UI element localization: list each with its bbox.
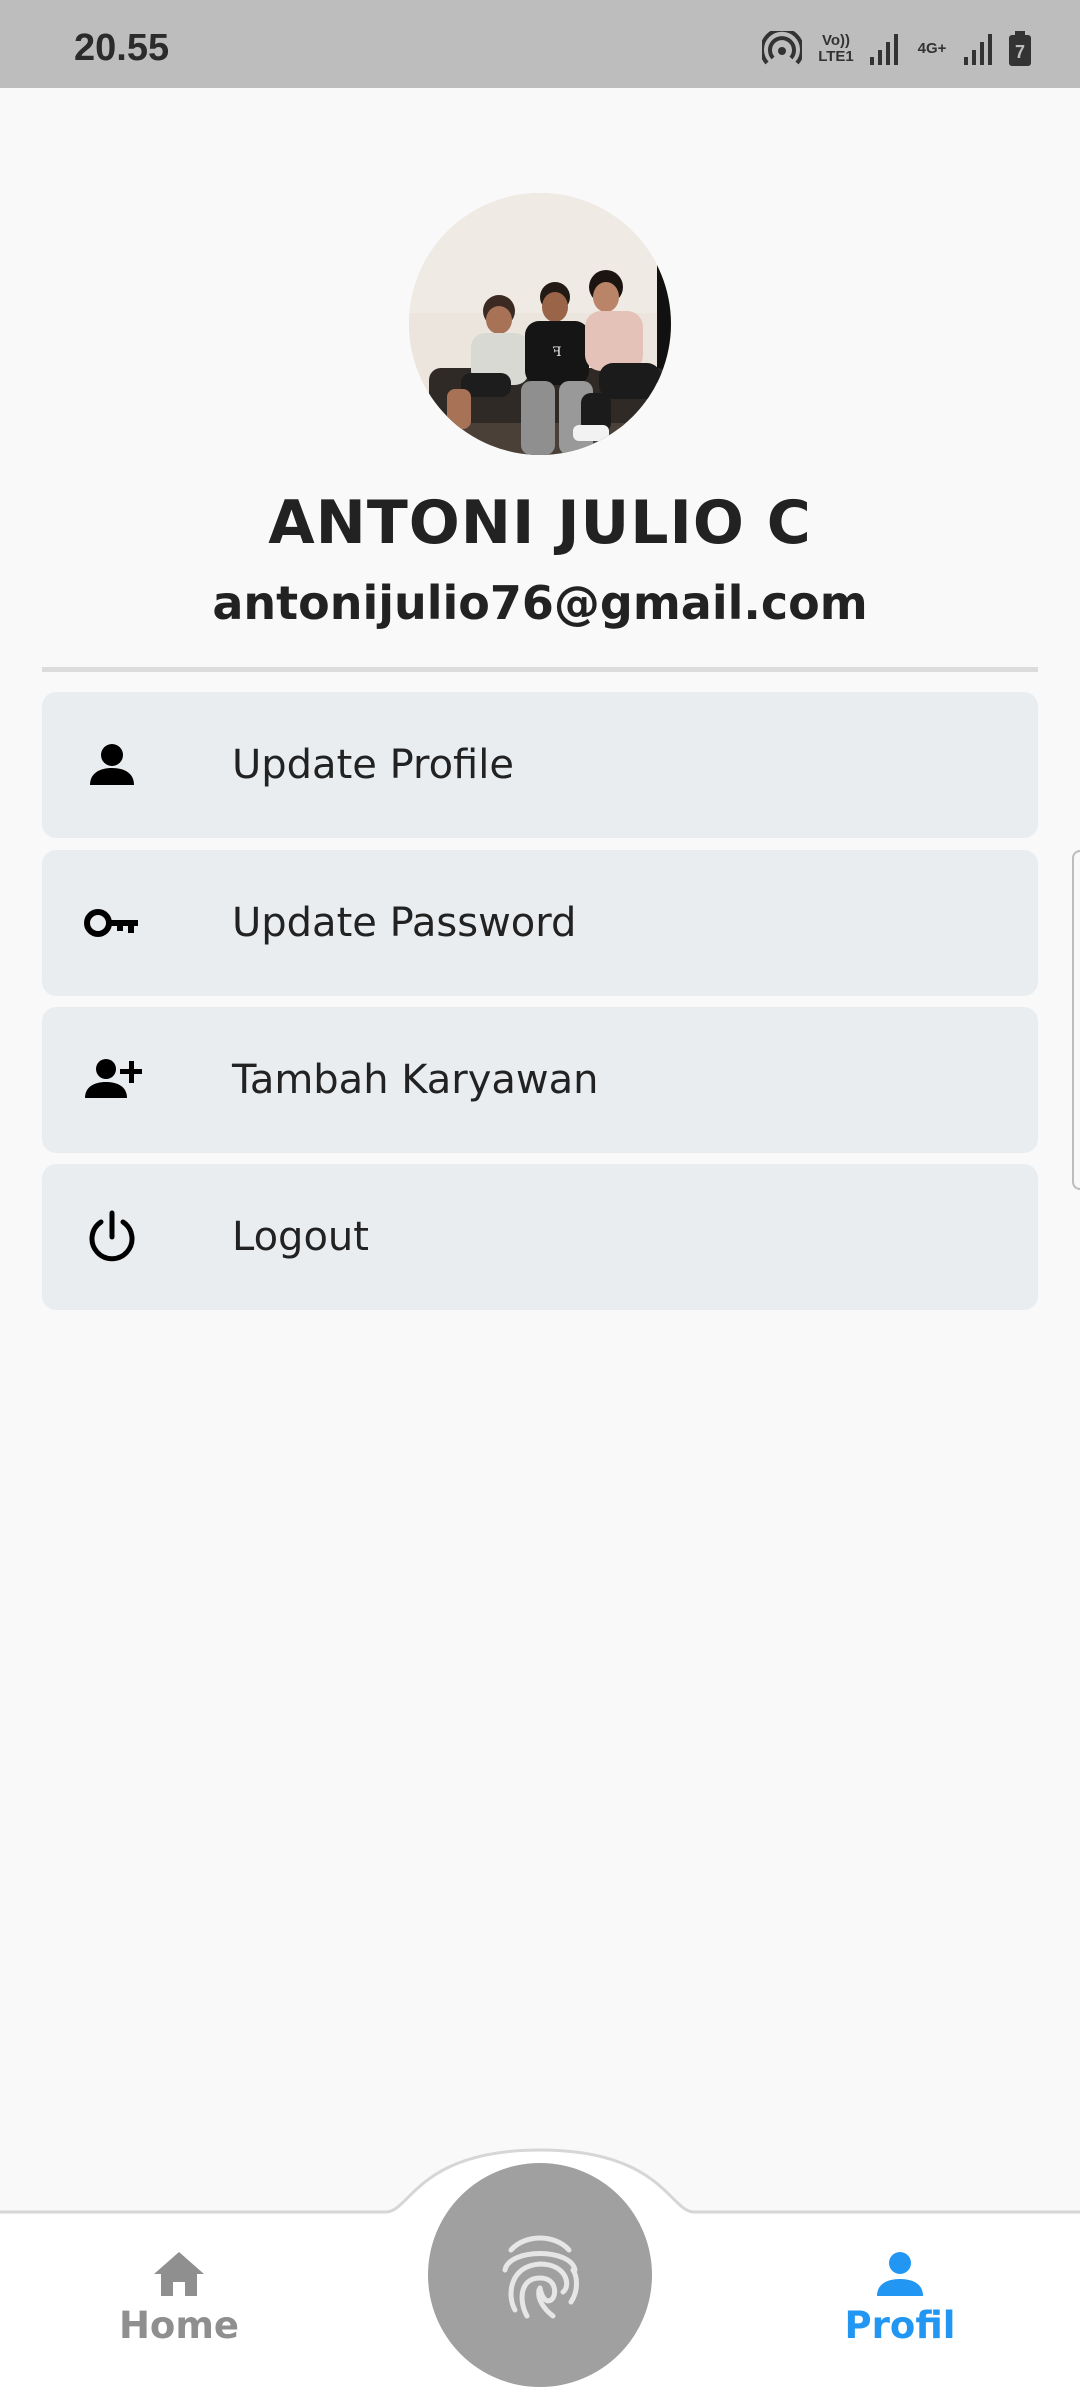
network-type-label: 4G+ [917, 40, 947, 57]
nav-home[interactable]: Home [79, 2250, 279, 2347]
menu-item-label: Logout [232, 1214, 369, 1260]
hotspot-icon [762, 31, 802, 65]
battery-icon: 7 [1009, 31, 1031, 66]
fingerprint-icon [502, 2235, 579, 2319]
menu-item-update-profile[interactable]: Update Profile [42, 692, 1038, 838]
menu-item-label: Update Password [232, 900, 577, 946]
status-bar: 20.55 Vo)) LTE1 4G+ 7 [0, 0, 1080, 88]
power-icon [89, 1210, 135, 1262]
profile-email: antonijulio76@gmail.com [212, 576, 868, 630]
avatar-photo: ꟻ [409, 193, 671, 455]
avatar[interactable]: ꟻ [409, 193, 671, 455]
status-icons: Vo)) LTE1 4G+ 7 [762, 21, 1032, 67]
home-icon [154, 2252, 204, 2296]
signal-icon [870, 34, 898, 65]
menu-item-tambah-karyawan[interactable]: Tambah Karyawan [42, 1007, 1038, 1153]
profile-screen: 20.55 Vo)) LTE1 4G+ 7 ꟻ ANTONI JULIO C a… [0, 0, 1080, 2400]
person-add-icon [85, 1059, 142, 1098]
key-icon [84, 909, 138, 937]
menu-item-label: Tambah Karyawan [232, 1057, 599, 1103]
person-icon [90, 744, 134, 785]
nav-profil[interactable]: Profil [800, 2250, 1000, 2347]
fingerprint-button[interactable] [428, 2163, 652, 2387]
person-icon [877, 2252, 923, 2296]
signal-2-icon [964, 34, 992, 65]
volte-label: Vo)) LTE1 [818, 32, 854, 65]
divider [42, 667, 1038, 672]
status-time: 20.55 [74, 26, 170, 69]
battery-level: 7 [1015, 42, 1025, 62]
nav-home-label: Home [118, 2304, 240, 2347]
edge-panel-handle[interactable] [1072, 850, 1080, 1190]
svg-text:ꟻ: ꟻ [552, 345, 561, 360]
menu-item-update-password[interactable]: Update Password [42, 850, 1038, 996]
profile-name: ANTONI JULIO C [268, 488, 812, 558]
menu-item-label: Update Profile [232, 742, 514, 788]
menu-item-logout[interactable]: Logout [42, 1164, 1038, 1310]
nav-profil-label: Profil [844, 2304, 956, 2347]
